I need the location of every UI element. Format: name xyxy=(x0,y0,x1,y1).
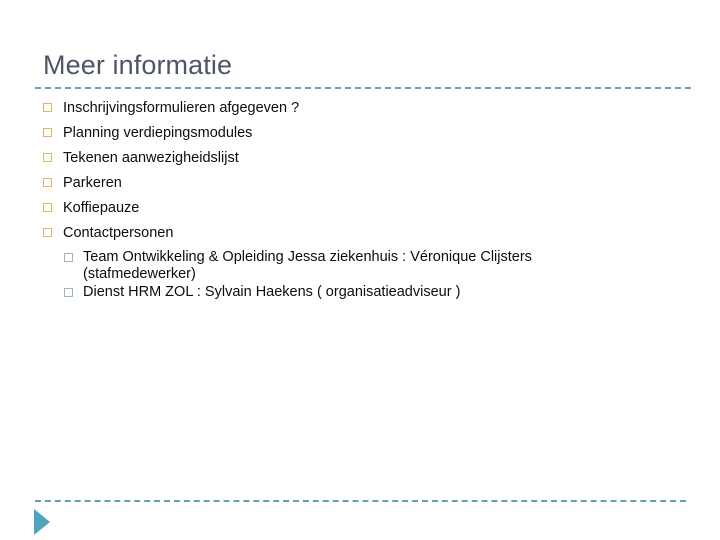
hollow-square-sub-bullet-icon xyxy=(64,288,73,297)
page-title: Meer informatie xyxy=(43,50,233,80)
list-item-label: Tekenen aanwezigheidslijst xyxy=(63,150,239,166)
hollow-square-bullet-icon xyxy=(43,203,52,212)
hollow-square-bullet-icon xyxy=(43,178,52,187)
list-item-label: Inschrijvingsformulieren afgegeven ? xyxy=(63,100,300,116)
sub-bullet-list: Team Ontwikkeling & Opleiding Jessa ziek… xyxy=(64,249,683,301)
sub-list-item[interactable]: Dienst HRM ZOL : Sylvain Haekens ( organ… xyxy=(64,284,683,301)
list-item[interactable]: Inschrijvingsformulieren afgegeven ? xyxy=(43,99,683,124)
bullet-list: Inschrijvingsformulieren afgegeven ? Pla… xyxy=(43,99,683,302)
hollow-square-bullet-icon xyxy=(43,103,52,112)
list-item[interactable]: Planning verdiepingsmodules xyxy=(43,124,683,149)
sub-list-item[interactable]: Team Ontwikkeling & Opleiding Jessa ziek… xyxy=(64,249,683,283)
hollow-square-bullet-icon xyxy=(43,128,52,137)
list-item-label: Parkeren xyxy=(63,175,122,191)
list-item-label: Koffiepauze xyxy=(63,200,140,216)
sub-list-item-label: Team Ontwikkeling & Opleiding Jessa ziek… xyxy=(83,249,532,282)
list-item[interactable]: Contactpersonen xyxy=(43,224,683,249)
footer-divider-bottom xyxy=(35,500,686,502)
sub-list-item-label: Dienst HRM ZOL : Sylvain Haekens ( organ… xyxy=(83,284,461,300)
slide-canvas: Meer informatie Inschrijvingsformulieren… xyxy=(0,0,720,540)
hollow-square-bullet-icon xyxy=(43,153,52,162)
hollow-square-sub-bullet-icon xyxy=(64,253,73,262)
list-item-label: Planning verdiepingsmodules xyxy=(63,125,253,141)
list-item[interactable]: Parkeren xyxy=(43,174,683,199)
play-triangle-accent-icon xyxy=(34,509,50,535)
list-item[interactable]: Tekenen aanwezigheidslijst xyxy=(43,149,683,174)
hollow-square-bullet-icon xyxy=(43,228,52,237)
list-item-label: Contactpersonen xyxy=(63,225,174,241)
title-divider-top xyxy=(35,87,691,89)
list-item[interactable]: Koffiepauze xyxy=(43,199,683,224)
